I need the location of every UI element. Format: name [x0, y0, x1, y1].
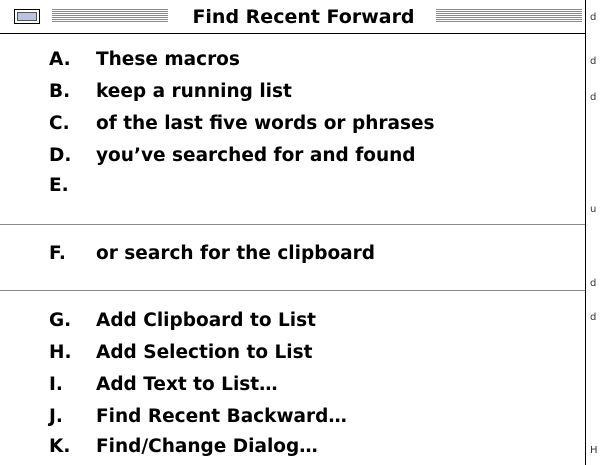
- menu-separator: [0, 290, 585, 291]
- background-glyph: d: [590, 278, 597, 289]
- menu-item-label: These macros: [96, 49, 240, 70]
- menu-item-label: Add Clipboard to List: [96, 310, 316, 331]
- menu-item-key: D.: [49, 145, 72, 166]
- menu-item-g[interactable]: G. Add Clipboard to List: [0, 305, 585, 337]
- menu-item-label: keep a running list: [96, 81, 292, 102]
- menu-item-label: Find Recent Backward…: [96, 406, 347, 427]
- menu-item-label: Find/Change Dialog…: [96, 436, 318, 457]
- menu-item-e[interactable]: E.: [0, 170, 585, 202]
- background-glyph: d: [590, 92, 597, 103]
- menu-item-key: I.: [49, 374, 63, 395]
- menu-item-i[interactable]: I. Add Text to List…: [0, 369, 585, 401]
- menu-item-key: K.: [49, 436, 71, 457]
- menu-separator: [0, 224, 585, 225]
- close-box-button[interactable]: [14, 9, 40, 24]
- menu-item-c[interactable]: C. of the last five words or phrases: [0, 108, 585, 140]
- close-box-icon: [17, 12, 37, 21]
- menu-item-key: E.: [49, 175, 69, 196]
- menu-item-d[interactable]: D. you’ve searched for and found: [0, 140, 585, 172]
- menu-item-key: C.: [49, 113, 70, 134]
- menu-item-label: you’ve searched for and found: [96, 145, 416, 166]
- background-glyph: H: [590, 445, 598, 456]
- menu-item-key: F.: [49, 243, 66, 264]
- menu-item-label: or search for the clipboard: [96, 243, 376, 264]
- background-glyph: d: [590, 312, 597, 323]
- menu-item-h[interactable]: H. Add Selection to List: [0, 337, 585, 369]
- menu-item-label: Add Selection to List: [96, 342, 313, 363]
- title-stripes-left: [52, 9, 168, 23]
- menu-item-key: G.: [49, 310, 72, 331]
- menu-item-key: J.: [49, 406, 63, 427]
- menu-item-k[interactable]: K. Find/Change Dialog…: [0, 431, 585, 463]
- menu-item-key: B.: [49, 81, 71, 102]
- menu-item-f[interactable]: F. or search for the clipboard: [0, 238, 585, 270]
- menu-item-j[interactable]: J. Find Recent Backward…: [0, 401, 585, 433]
- background-glyph: u: [590, 204, 597, 215]
- menu-item-a[interactable]: A. These macros: [0, 44, 585, 76]
- window-title: Find Recent Forward: [176, 3, 431, 31]
- menu-item-key: H.: [49, 342, 72, 363]
- title-bar[interactable]: Find Recent Forward: [0, 0, 585, 34]
- background-glyph: d: [590, 56, 597, 67]
- menu-window: Find Recent Forward A. These macros B. k…: [0, 0, 586, 465]
- menu-item-b[interactable]: B. keep a running list: [0, 76, 585, 108]
- menu-item-key: A.: [49, 49, 71, 70]
- background-glyph: d: [590, 12, 597, 23]
- menu-item-label: Add Text to List…: [96, 374, 278, 395]
- title-stripes-right: [436, 9, 582, 23]
- menu-item-label: of the last five words or phrases: [96, 113, 435, 134]
